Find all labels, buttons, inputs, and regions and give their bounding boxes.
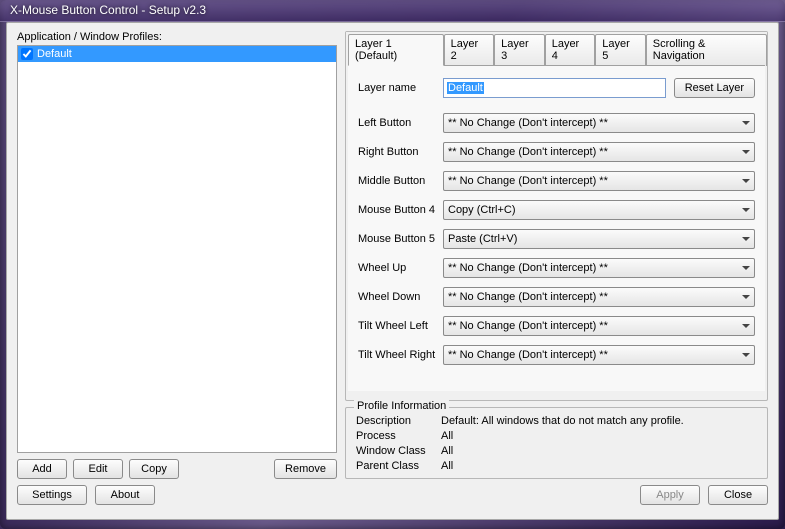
- edit-button[interactable]: Edit: [73, 459, 123, 479]
- settings-button[interactable]: Settings: [17, 485, 87, 505]
- reset-layer-button[interactable]: Reset Layer: [674, 78, 755, 98]
- about-button[interactable]: About: [95, 485, 155, 505]
- tab-layer3[interactable]: Layer 3: [494, 34, 545, 66]
- profile-checkbox[interactable]: [21, 48, 33, 60]
- tab-layer2[interactable]: Layer 2: [444, 34, 495, 66]
- client-area: Application / Window Profiles: Default A…: [6, 22, 779, 520]
- profile-info-legend: Profile Information: [354, 400, 449, 412]
- tilt-left-combo[interactable]: ** No Change (Don't intercept) **: [443, 316, 755, 336]
- middle-button-label: Middle Button: [358, 175, 443, 187]
- window-title: X-Mouse Button Control - Setup v2.3: [10, 3, 206, 17]
- layer-name-input[interactable]: Default: [443, 78, 666, 98]
- footer: Settings About Apply Close: [17, 485, 768, 505]
- right-button-label: Right Button: [358, 146, 443, 158]
- parent-class-value: All: [441, 460, 453, 472]
- layer-name-value: Default: [447, 82, 484, 94]
- chevron-down-icon: [742, 208, 750, 212]
- process-label: Process: [356, 430, 441, 442]
- left-button-value: ** No Change (Don't intercept) **: [448, 117, 608, 129]
- mouse-button5-value: Paste (Ctrl+V): [448, 233, 517, 245]
- profile-info-group: Profile Information Description Default:…: [345, 407, 768, 479]
- tilt-right-label: Tilt Wheel Right: [358, 349, 443, 361]
- tab-layer5[interactable]: Layer 5: [595, 34, 646, 66]
- profiles-panel: Application / Window Profiles: Default A…: [17, 31, 337, 479]
- wheel-down-value: ** No Change (Don't intercept) **: [448, 291, 608, 303]
- mouse-button5-label: Mouse Button 5: [358, 233, 443, 245]
- chevron-down-icon: [742, 179, 750, 183]
- chevron-down-icon: [742, 237, 750, 241]
- mouse-button4-value: Copy (Ctrl+C): [448, 204, 516, 216]
- mouse-button5-combo[interactable]: Paste (Ctrl+V): [443, 229, 755, 249]
- tilt-right-combo[interactable]: ** No Change (Don't intercept) **: [443, 345, 755, 365]
- middle-button-value: ** No Change (Don't intercept) **: [448, 175, 608, 187]
- description-label: Description: [356, 415, 441, 427]
- tabbar: Layer 1 (Default) Layer 2 Layer 3 Layer …: [346, 32, 767, 66]
- right-button-value: ** No Change (Don't intercept) **: [448, 146, 608, 158]
- tilt-right-value: ** No Change (Don't intercept) **: [448, 349, 608, 361]
- window-class-label: Window Class: [356, 445, 441, 457]
- chevron-down-icon: [742, 295, 750, 299]
- wheel-down-combo[interactable]: ** No Change (Don't intercept) **: [443, 287, 755, 307]
- profile-item-default[interactable]: Default: [18, 46, 336, 62]
- right-button-combo[interactable]: ** No Change (Don't intercept) **: [443, 142, 755, 162]
- apply-button[interactable]: Apply: [640, 485, 700, 505]
- tilt-left-value: ** No Change (Don't intercept) **: [448, 320, 608, 332]
- copy-button[interactable]: Copy: [129, 459, 179, 479]
- remove-button[interactable]: Remove: [274, 459, 337, 479]
- tab-layer4[interactable]: Layer 4: [545, 34, 596, 66]
- profiles-list[interactable]: Default: [17, 45, 337, 453]
- app-window: X-Mouse Button Control - Setup v2.3 Appl…: [0, 0, 785, 529]
- profile-name: Default: [37, 48, 72, 60]
- titlebar[interactable]: X-Mouse Button Control - Setup v2.3: [0, 0, 785, 22]
- chevron-down-icon: [742, 150, 750, 154]
- chevron-down-icon: [742, 353, 750, 357]
- tilt-left-label: Tilt Wheel Left: [358, 320, 443, 332]
- tab-scrolling[interactable]: Scrolling & Navigation: [646, 34, 767, 66]
- close-button[interactable]: Close: [708, 485, 768, 505]
- process-value: All: [441, 430, 453, 442]
- mouse-button4-combo[interactable]: Copy (Ctrl+C): [443, 200, 755, 220]
- left-button-combo[interactable]: ** No Change (Don't intercept) **: [443, 113, 755, 133]
- parent-class-label: Parent Class: [356, 460, 441, 472]
- wheel-down-label: Wheel Down: [358, 291, 443, 303]
- chevron-down-icon: [742, 266, 750, 270]
- window-class-value: All: [441, 445, 453, 457]
- mouse-button4-label: Mouse Button 4: [358, 204, 443, 216]
- left-button-label: Left Button: [358, 117, 443, 129]
- tab-layer1[interactable]: Layer 1 (Default): [348, 34, 444, 66]
- description-value: Default: All windows that do not match a…: [441, 415, 684, 427]
- settings-panel: Layer 1 (Default) Layer 2 Layer 3 Layer …: [345, 31, 768, 479]
- chevron-down-icon: [742, 121, 750, 125]
- chevron-down-icon: [742, 324, 750, 328]
- tab-content: Layer name Default Reset Layer Left Butt…: [348, 65, 765, 391]
- middle-button-combo[interactable]: ** No Change (Don't intercept) **: [443, 171, 755, 191]
- add-button[interactable]: Add: [17, 459, 67, 479]
- wheel-up-label: Wheel Up: [358, 262, 443, 274]
- wheel-up-combo[interactable]: ** No Change (Don't intercept) **: [443, 258, 755, 278]
- layer-name-label: Layer name: [358, 82, 443, 94]
- profiles-label: Application / Window Profiles:: [17, 31, 337, 43]
- wheel-up-value: ** No Change (Don't intercept) **: [448, 262, 608, 274]
